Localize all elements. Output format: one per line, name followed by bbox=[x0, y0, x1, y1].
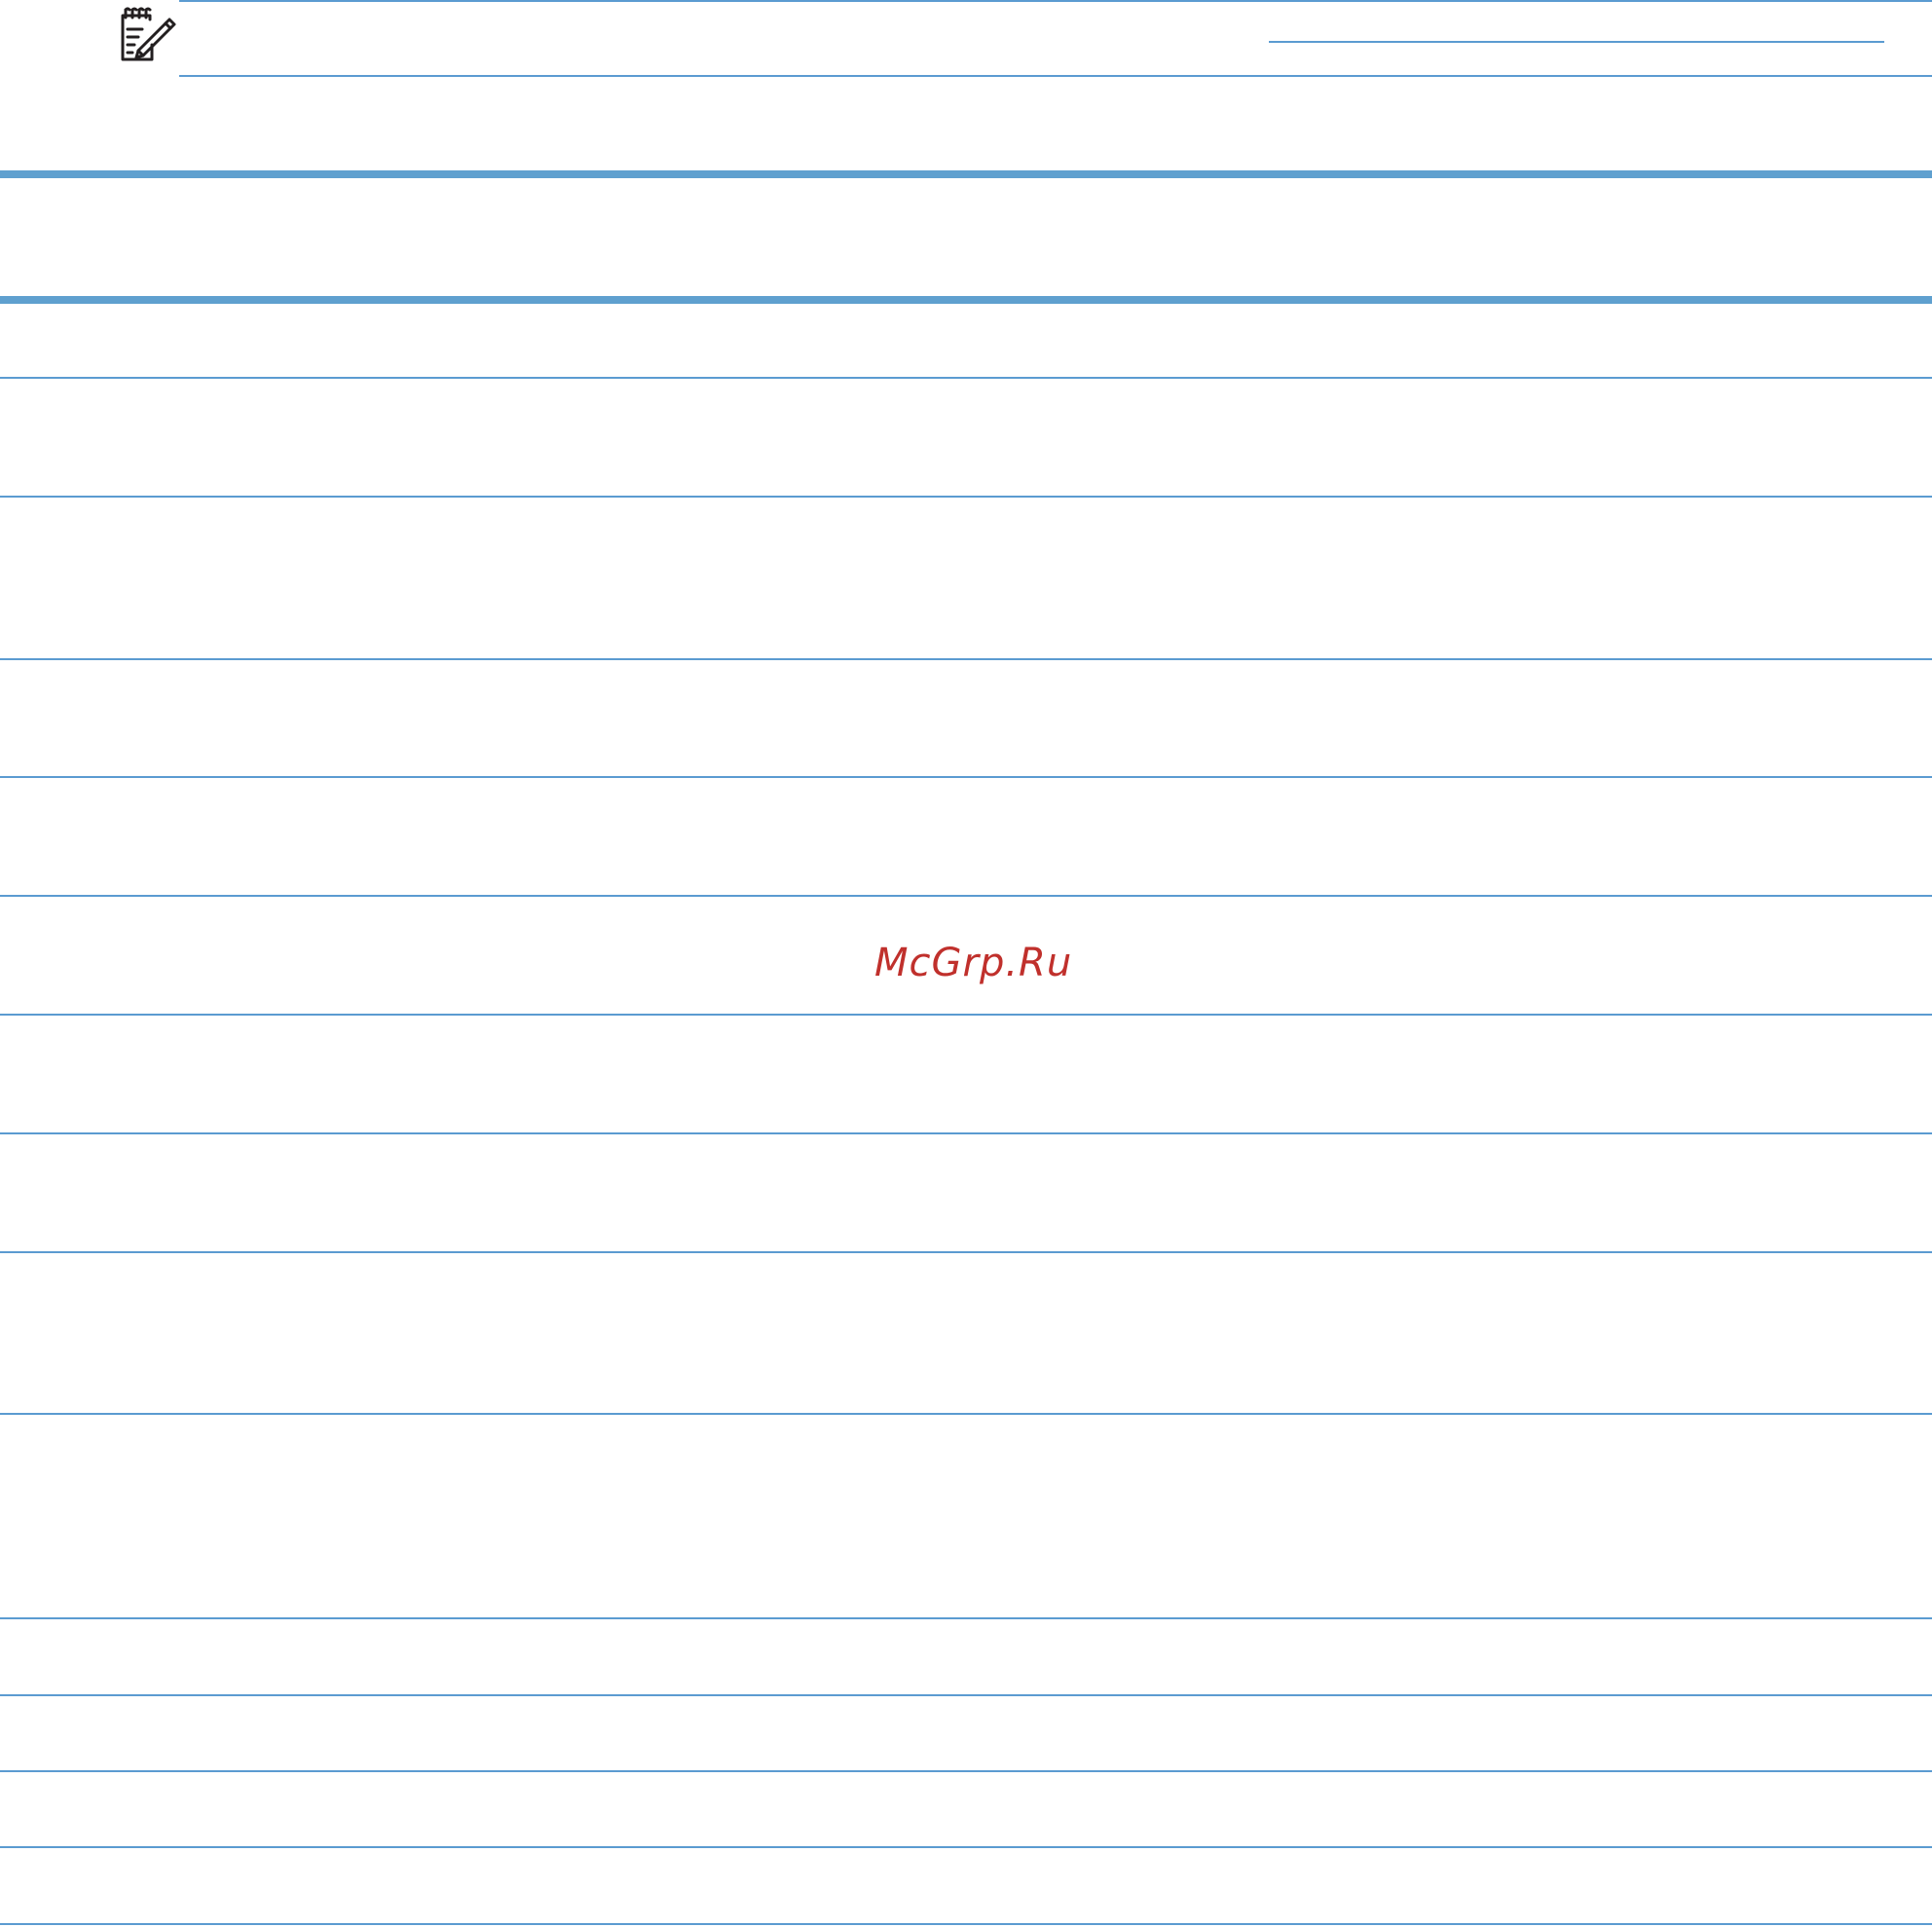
table-row-divider bbox=[0, 1617, 1932, 1619]
table-row-divider bbox=[0, 658, 1932, 660]
note-bottom-rule bbox=[179, 75, 1932, 77]
note-top-rule bbox=[179, 0, 1932, 2]
table-row-divider bbox=[0, 1694, 1932, 1696]
note-link-underline bbox=[1269, 41, 1884, 43]
table-header-top-rule bbox=[0, 170, 1932, 178]
note-pencil-icon bbox=[117, 6, 177, 64]
table-row-divider bbox=[0, 377, 1932, 379]
table-row-divider bbox=[0, 1413, 1932, 1415]
watermark: McGrp.Ru bbox=[874, 941, 1073, 985]
table-row-divider bbox=[0, 1132, 1932, 1134]
table-header-bottom-rule bbox=[0, 296, 1932, 304]
table-row-divider bbox=[0, 496, 1932, 498]
table-row-divider bbox=[0, 1014, 1932, 1016]
table-row-divider bbox=[0, 1770, 1932, 1772]
table-row-divider bbox=[0, 1923, 1932, 1925]
table-row-divider bbox=[0, 776, 1932, 778]
table-row-divider bbox=[0, 1846, 1932, 1848]
table-row-divider bbox=[0, 1251, 1932, 1253]
table-row-divider bbox=[0, 895, 1932, 897]
